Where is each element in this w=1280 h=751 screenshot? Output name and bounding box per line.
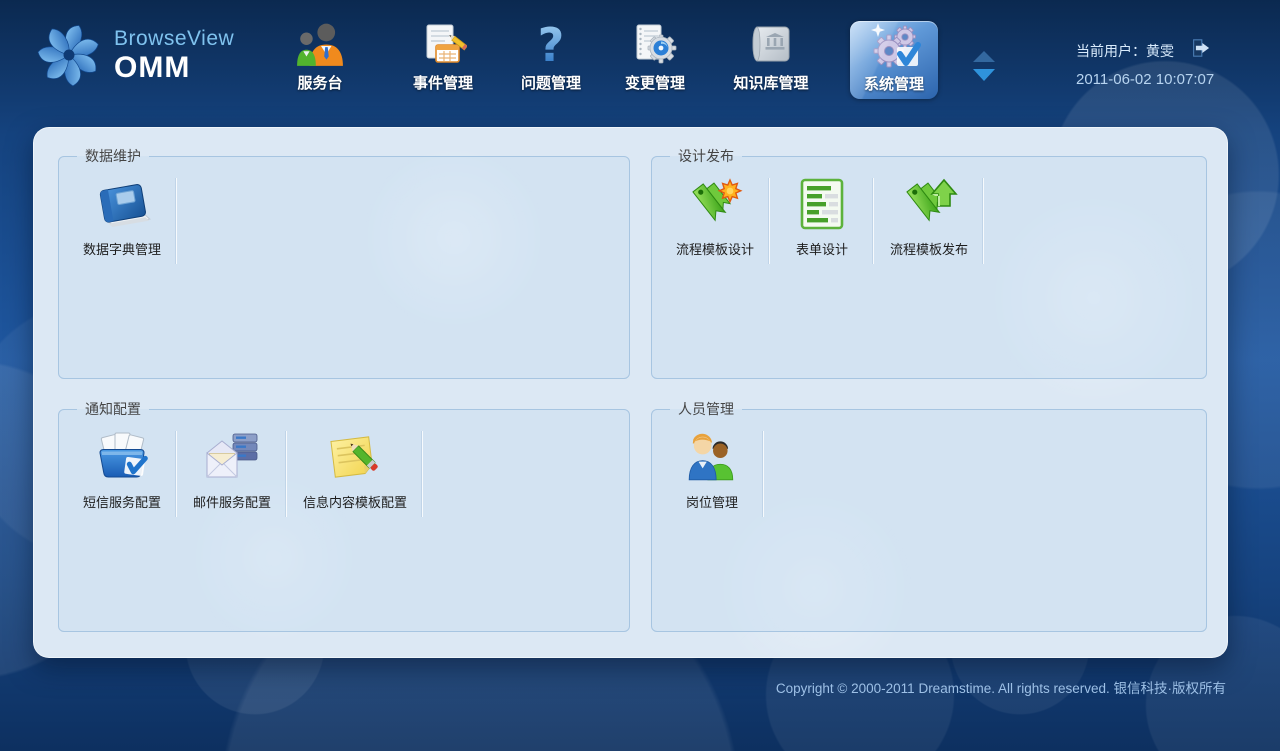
item-email-service-config[interactable]: 邮件服务配置 [177, 423, 287, 511]
item-label: 邮件服务配置 [193, 492, 271, 511]
user-info: 当前用户：黄雯 2011-06-02 10:07:07 [1076, 38, 1210, 88]
svg-text:?: ? [538, 21, 565, 69]
panel-notification-config: 通知配置 [58, 399, 630, 632]
nav-label: 服务台 [297, 72, 342, 98]
nav-item-problem-management[interactable]: ? 问题管理 [491, 18, 611, 98]
app-logo: BrowseView OMM [34, 20, 234, 90]
blue-book-icon [93, 176, 151, 232]
nav-label: 知识库管理 [733, 72, 808, 98]
mail-server-icon [203, 429, 261, 485]
panel-data-maintenance: 数据维护 [58, 146, 630, 379]
nav-item-system-management[interactable]: 系统管理 [850, 21, 938, 99]
question-mark-icon: ? [531, 18, 571, 72]
panel-title: 设计发布 [670, 146, 742, 166]
item-form-design[interactable]: 表单设计 [770, 170, 874, 258]
item-sms-service-config[interactable]: 短信服务配置 [67, 423, 177, 511]
form-lines-icon [793, 176, 851, 232]
files-box-check-icon [93, 429, 151, 485]
panel-title: 数据维护 [77, 146, 149, 166]
panel-personnel-management: 人员管理 岗位管理 [651, 399, 1207, 632]
logout-icon[interactable] [1190, 38, 1210, 63]
nav-label: 系统管理 [864, 73, 924, 99]
item-process-template-publish[interactable]: 流程模板发布 [874, 170, 984, 258]
nav-item-knowledge-base[interactable]: 知识库管理 [706, 18, 836, 98]
header: BrowseView OMM 服务台 [0, 0, 1280, 116]
item-label: 短信服务配置 [83, 492, 161, 511]
ribbon-up-arrow-icon [900, 176, 958, 232]
item-label: 信息内容模板配置 [303, 492, 407, 511]
nav-label: 事件管理 [413, 72, 473, 98]
nav-label: 变更管理 [625, 72, 685, 98]
footer-copyright: Copyright © 2000-2011 Dreamstime. All ri… [776, 677, 1226, 697]
item-label: 流程模板设计 [676, 239, 754, 258]
pinwheel-logo-icon [34, 20, 104, 90]
panel-title: 通知配置 [77, 399, 149, 419]
item-position-management[interactable]: 岗位管理 [660, 423, 764, 511]
people-desk-icon [295, 18, 345, 72]
current-datetime: 2011-06-02 10:07:07 [1076, 71, 1210, 88]
gears-check-icon [867, 21, 921, 73]
logo-brand: BrowseView [114, 27, 234, 51]
nav-scroll-spinner[interactable] [970, 51, 998, 81]
nav-label: 问题管理 [521, 72, 581, 98]
two-people-icon [683, 429, 741, 485]
ribbon-star-icon [686, 176, 744, 232]
panel-title: 人员管理 [670, 399, 742, 419]
nav-item-service-desk[interactable]: 服务台 [260, 18, 380, 98]
current-user-label: 当前用户：黄雯 [1076, 41, 1174, 61]
item-label: 流程模板发布 [890, 239, 968, 258]
item-label: 岗位管理 [686, 492, 738, 511]
scroll-down-icon[interactable] [973, 69, 995, 81]
item-message-template-config[interactable]: 信息内容模板配置 [287, 423, 423, 511]
notebook-pencil-icon [419, 18, 467, 72]
document-gear-icon [631, 18, 679, 72]
ledger-book-icon [747, 18, 795, 72]
panel-design-publish: 设计发布 [651, 146, 1207, 379]
item-process-template-design[interactable]: 流程模板设计 [660, 170, 770, 258]
item-label: 表单设计 [796, 239, 848, 258]
item-data-dictionary[interactable]: 数据字典管理 [67, 170, 177, 258]
logo-product: OMM [114, 53, 234, 83]
scroll-up-icon[interactable] [973, 51, 995, 62]
nav-item-incident-management[interactable]: 事件管理 [383, 18, 503, 98]
main-content: 数据维护 [33, 127, 1228, 658]
nav-item-change-management[interactable]: 变更管理 [595, 18, 715, 98]
note-pencil-icon [326, 429, 384, 485]
item-label: 数据字典管理 [83, 239, 161, 258]
